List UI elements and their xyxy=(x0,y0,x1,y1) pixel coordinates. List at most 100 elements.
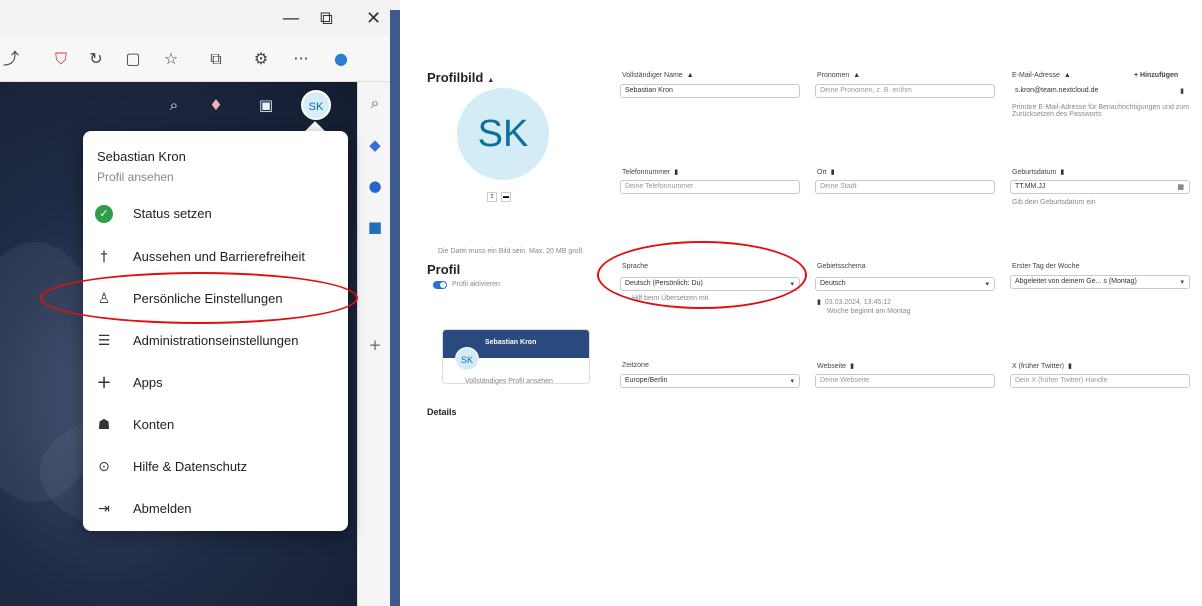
website-input[interactable]: Deine Webseite xyxy=(815,374,995,388)
menu-item-label: Apps xyxy=(133,375,163,390)
card-name: Sebastian Kron xyxy=(485,339,537,346)
browser-window: — ⧉ ✕ ⤴ ⛉ ↻ ▢ ☆ ⧉ ⚙ ··· ● ⌕ ♦ ▣ SK ⌕ ◆ ●… xyxy=(0,0,400,606)
birthday-input[interactable]: TT.MM.JJ ▦ xyxy=(1010,180,1190,194)
favorites-icon[interactable]: ☆ xyxy=(160,48,182,70)
visibility-icon[interactable]: ▲ xyxy=(487,77,494,84)
restore-button[interactable]: ⧉ xyxy=(320,8,333,29)
visibility-icon[interactable]: ▲ xyxy=(1064,72,1071,79)
location-label: Ort ▮ xyxy=(817,168,835,176)
edge-sidebar: ⌕ ◆ ● ■ + xyxy=(357,82,390,606)
profile-toggle[interactable] xyxy=(433,281,447,289)
sidebar-outlook-icon[interactable]: ■ xyxy=(364,216,386,238)
pronouns-input[interactable]: Deine Pronomen, z. B. er/ihm xyxy=(815,84,995,98)
timezone-label: Zeitzone xyxy=(622,362,649,369)
email-hint: Primäre E-Mail-Adresse für Benachrichtig… xyxy=(1012,104,1190,118)
notifications-icon[interactable]: ♦ xyxy=(205,94,227,116)
pronouns-label-text: Pronomen xyxy=(817,72,850,79)
menu-item-accounts[interactable]: ☗ Konten xyxy=(83,406,348,444)
profile-picture-title-text: Profilbild xyxy=(427,70,484,85)
email-label: E-Mail-Adresse ▲ xyxy=(1012,72,1071,79)
menu-item-label: Administrationseinstellungen xyxy=(133,333,299,348)
more-menu-icon[interactable]: ··· xyxy=(290,48,312,70)
split-screen-icon[interactable]: ▢ xyxy=(122,48,144,70)
locale-hint-time: 03.03.2024, 13:45:12 xyxy=(824,299,892,306)
collections-icon[interactable]: ⧉ xyxy=(205,48,227,70)
lock-icon[interactable]: ▮ xyxy=(674,169,678,176)
admin-sliders-icon: ☰ xyxy=(97,333,111,349)
full-name-label-text: Vollständiger Name xyxy=(622,72,683,79)
location-label-text: Ort xyxy=(817,169,827,176)
help-icon: ⊙ xyxy=(98,459,110,475)
locale-example-time: ▮ 03.03.2024, 13:45:12 xyxy=(817,298,891,306)
birthday-value: TT.MM.JJ xyxy=(1015,183,1046,190)
browser-titlebar: — ⧉ ✕ xyxy=(0,0,400,36)
clock-icon: ▮ xyxy=(817,299,821,306)
lock-icon[interactable]: ▮ xyxy=(850,363,854,370)
details-title: Details xyxy=(427,407,457,417)
close-window-button[interactable]: ✕ xyxy=(366,8,381,29)
contacts-icon[interactable]: ▣ xyxy=(255,94,277,116)
menu-item-status[interactable]: ✓ Status setzen xyxy=(83,195,348,233)
sidebar-office-icon[interactable]: ● xyxy=(364,175,386,197)
extensions-icon[interactable]: ⚙ xyxy=(250,48,272,70)
share-icon[interactable]: ⤴ xyxy=(0,48,22,70)
view-full-profile-link[interactable]: Vollständiges Profil ansehen xyxy=(465,378,553,385)
sidebar-add-icon[interactable]: + xyxy=(364,334,386,356)
timezone-select[interactable]: Europe/Berlin ▾ xyxy=(620,374,800,388)
website-label-text: Webseite xyxy=(817,363,847,370)
menu-item-appearance[interactable]: † Aussehen und Barrierefreiheit xyxy=(83,238,348,276)
refresh-icon[interactable]: ↻ xyxy=(85,48,107,70)
sidebar-search-icon[interactable]: ⌕ xyxy=(364,92,386,114)
website-label: Webseite ▮ xyxy=(817,362,854,370)
account-menu: Sebastian Kron Profil ansehen ✓ Status s… xyxy=(83,131,348,531)
email-label-text: E-Mail-Adresse xyxy=(1012,72,1060,79)
calendar-icon[interactable]: ▦ xyxy=(1177,183,1184,191)
annotation-ellipse-language xyxy=(597,241,807,309)
locale-label: Gebietsschema xyxy=(817,263,866,270)
annotation-ellipse-personal-settings xyxy=(40,272,358,324)
profile-title: Profil xyxy=(427,262,461,277)
search-icon[interactable]: ⌕ xyxy=(163,94,185,116)
user-avatar[interactable]: SK xyxy=(301,90,331,120)
profile-preview-card[interactable]: SK Sebastian Kron xyxy=(442,329,590,384)
email-options-icon[interactable]: ▮ xyxy=(1180,87,1184,95)
email-input[interactable]: s.kron@team.nextcloud.de ▮ xyxy=(1010,84,1190,98)
lock-icon[interactable]: ▮ xyxy=(1068,363,1072,370)
sidebar-tag-icon[interactable]: ◆ xyxy=(364,134,386,156)
full-name-input[interactable]: Sebastian Kron xyxy=(620,84,800,98)
location-input[interactable]: Deine Stadt xyxy=(815,180,995,194)
menu-item-help[interactable]: ⊙ Hilfe & Datenschutz xyxy=(83,448,348,486)
locale-select[interactable]: Deutsch ▾ xyxy=(815,277,995,291)
timezone-value: Europe/Berlin xyxy=(625,377,668,384)
menu-item-admin-settings[interactable]: ☰ Administrationseinstellungen xyxy=(83,322,348,360)
folder-icon[interactable]: ▬ xyxy=(501,192,511,202)
status-check-icon: ✓ xyxy=(95,205,113,223)
birthday-label: Geburtsdatum ▮ xyxy=(1012,168,1064,176)
menu-item-label: Aussehen und Barrierefreiheit xyxy=(133,249,305,264)
email-value: s.kron@team.nextcloud.de xyxy=(1015,87,1099,94)
phone-label-text: Telefonnummer xyxy=(622,169,671,176)
twitter-input[interactable]: Dein X (früher Twitter) Handle xyxy=(1010,374,1190,388)
menu-item-apps[interactable]: + Apps xyxy=(83,364,348,402)
card-avatar: SK xyxy=(455,347,479,371)
menu-item-logout[interactable]: ⇥ Abmelden xyxy=(83,490,348,528)
locale-week-start: Woche beginnt am Montag xyxy=(827,308,911,315)
composite-screenshot: — ⧉ ✕ ⤴ ⛉ ↻ ▢ ☆ ⧉ ⚙ ··· ● ⌕ ♦ ▣ SK ⌕ ◆ ●… xyxy=(0,0,1202,606)
upload-icon[interactable]: ⇪ xyxy=(487,192,497,202)
minimize-button[interactable]: — xyxy=(282,8,300,29)
first-day-select[interactable]: Abgeleitet von deinem Ge... s (Montag) ▾ xyxy=(1010,275,1190,289)
accessibility-icon: † xyxy=(100,249,108,265)
visibility-icon[interactable]: ▲ xyxy=(853,72,860,79)
birthday-hint: Gib dein Geburtsdatum ein xyxy=(1012,199,1096,206)
add-email-button[interactable]: + Hinzufügen xyxy=(1134,72,1178,79)
view-profile-link[interactable]: Profil ansehen xyxy=(97,170,174,184)
copilot-icon[interactable]: ● xyxy=(330,48,352,70)
lock-icon[interactable]: ▮ xyxy=(1060,169,1064,176)
phone-input[interactable]: Deine Telefonnummer xyxy=(620,180,800,194)
chevron-down-icon: ▾ xyxy=(985,281,989,288)
twitter-label: X (früher Twitter) ▮ xyxy=(1012,362,1072,370)
visibility-icon[interactable]: ▲ xyxy=(687,72,694,79)
lock-icon[interactable]: ▮ xyxy=(831,169,835,176)
shield-extension-icon[interactable]: ⛉ xyxy=(50,48,72,70)
menu-item-label: Status setzen xyxy=(133,206,212,221)
